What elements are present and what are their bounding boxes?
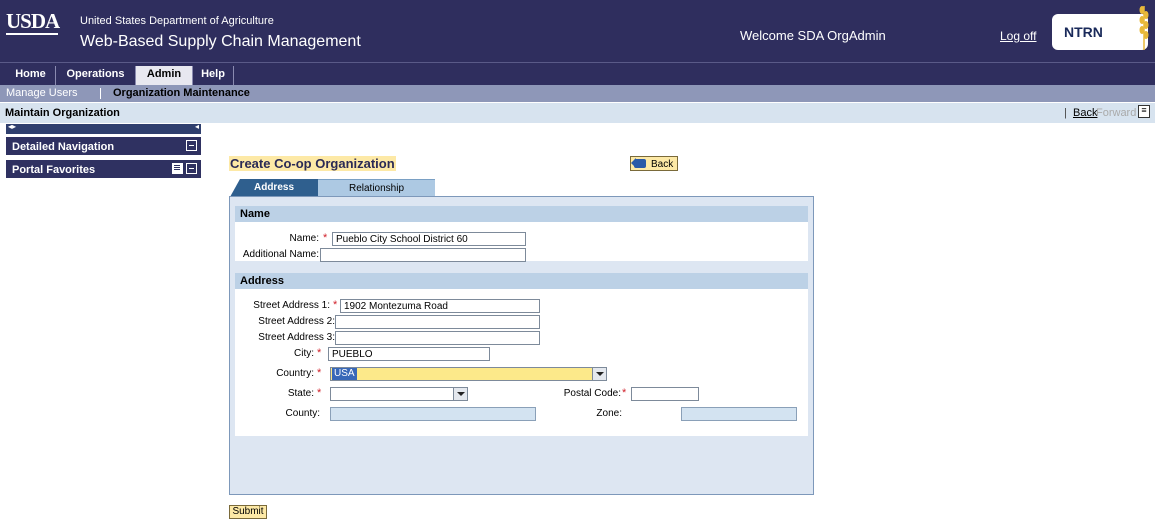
detailed-navigation-label: Detailed Navigation — [12, 141, 115, 153]
app-title: Web-Based Supply Chain Management — [80, 33, 361, 50]
logoff-link[interactable]: Log off — [1000, 29, 1036, 43]
back-arrow-icon — [631, 158, 646, 168]
address-group: Address Street Address 1: * Street Addre… — [235, 273, 808, 436]
wheat-icon — [1139, 6, 1149, 50]
subnav-manage-users[interactable]: Manage Users — [6, 87, 78, 99]
back-button-label: Back — [651, 159, 674, 170]
street1-input[interactable] — [340, 299, 540, 313]
name-section-heading: Name — [235, 206, 808, 222]
history-back-link[interactable]: Back — [1073, 107, 1097, 119]
state-label: State: — [287, 388, 314, 399]
street1-label: Street Address 1: — [253, 300, 330, 311]
state-select[interactable] — [330, 387, 468, 401]
name-input[interactable] — [332, 232, 526, 246]
subnav-separator — [100, 88, 101, 99]
top-navigation: Home Operations Admin Help — [0, 62, 1155, 85]
required-marker: * — [323, 232, 328, 244]
postal-code-label: Postal Code: — [563, 388, 621, 399]
navigation-collapse-handle[interactable]: ◂▸ ◂ — [6, 122, 201, 134]
address-section-heading: Address — [235, 273, 808, 289]
postal-code-input[interactable] — [631, 387, 699, 401]
subnav-organization-maintenance[interactable]: Organization Maintenance — [113, 87, 250, 99]
page-title-bar: Maintain Organization | Back Forward ≡ — [0, 103, 1155, 123]
collapse-left-icon[interactable]: ◂▸ — [8, 122, 16, 131]
logo-underline — [6, 33, 58, 35]
required-marker: * — [317, 347, 322, 359]
minimize-icon[interactable] — [186, 140, 197, 151]
tab-relationship[interactable]: Relationship — [318, 179, 435, 197]
tab-address[interactable]: Address — [230, 179, 318, 197]
tab-help[interactable]: Help — [193, 66, 234, 85]
ntrn-badge-label: NTRN — [1064, 24, 1103, 40]
portal-favorites-label: Portal Favorites — [12, 164, 96, 176]
county-input[interactable] — [330, 407, 536, 421]
city-input[interactable] — [328, 347, 490, 361]
department-name: United States Department of Agriculture — [80, 15, 274, 27]
form-container: Name Name: * Additional Name: Address St… — [229, 196, 814, 495]
required-marker: * — [333, 299, 338, 311]
additional-name-label: Additional Name: — [242, 249, 319, 260]
history-forward-link[interactable]: Forward — [1096, 107, 1136, 119]
zone-label: Zone: — [596, 408, 622, 419]
tab-operations[interactable]: Operations — [56, 66, 136, 85]
collapse-right-icon[interactable]: ◂ — [195, 122, 199, 131]
history-separator: | — [1064, 107, 1067, 119]
detailed-navigation-panel[interactable]: Detailed Navigation — [6, 137, 201, 155]
zone-input[interactable] — [681, 407, 797, 421]
required-marker: * — [317, 387, 322, 399]
name-label: Name: — [289, 233, 319, 244]
required-marker: * — [317, 367, 322, 379]
additional-name-input[interactable] — [320, 248, 526, 262]
street2-input[interactable] — [335, 315, 540, 329]
chevron-down-icon[interactable] — [453, 388, 467, 400]
city-label: City: — [294, 348, 314, 359]
street3-input[interactable] — [335, 331, 540, 345]
portal-favorites-panel[interactable]: Portal Favorites — [6, 160, 201, 178]
tab-admin[interactable]: Admin — [136, 66, 193, 85]
page-menu-icon[interactable]: ≡ — [1138, 105, 1150, 118]
app-header: USDA United States Department of Agricul… — [0, 0, 1155, 62]
state-selected-value — [332, 388, 336, 400]
favorites-menu-icon[interactable] — [172, 163, 183, 174]
submit-button[interactable]: Submit — [229, 505, 267, 519]
county-label: County: — [285, 408, 320, 419]
country-label: Country: — [276, 368, 314, 379]
minimize-icon[interactable] — [186, 163, 197, 174]
street2-label: Street Address 2: — [258, 316, 335, 327]
back-button[interactable]: Back — [630, 156, 678, 171]
ntrn-badge: NTRN — [1052, 14, 1148, 50]
country-selected-value: USA — [332, 368, 357, 380]
tab-home[interactable]: Home — [6, 66, 56, 85]
street3-label: Street Address 3: — [258, 332, 335, 343]
form-title: Create Co-op Organization — [229, 156, 396, 171]
country-select[interactable]: USA — [330, 367, 607, 381]
name-group: Name Name: * Additional Name: — [235, 206, 808, 262]
required-marker: * — [622, 387, 627, 399]
page-title: Maintain Organization — [5, 107, 120, 119]
welcome-text: Welcome SDA OrgAdmin — [740, 28, 886, 43]
usda-logo: USDA — [6, 9, 60, 33]
chevron-down-icon[interactable] — [592, 368, 606, 380]
sub-navigation: Manage Users Organization Maintenance — [0, 85, 1155, 102]
